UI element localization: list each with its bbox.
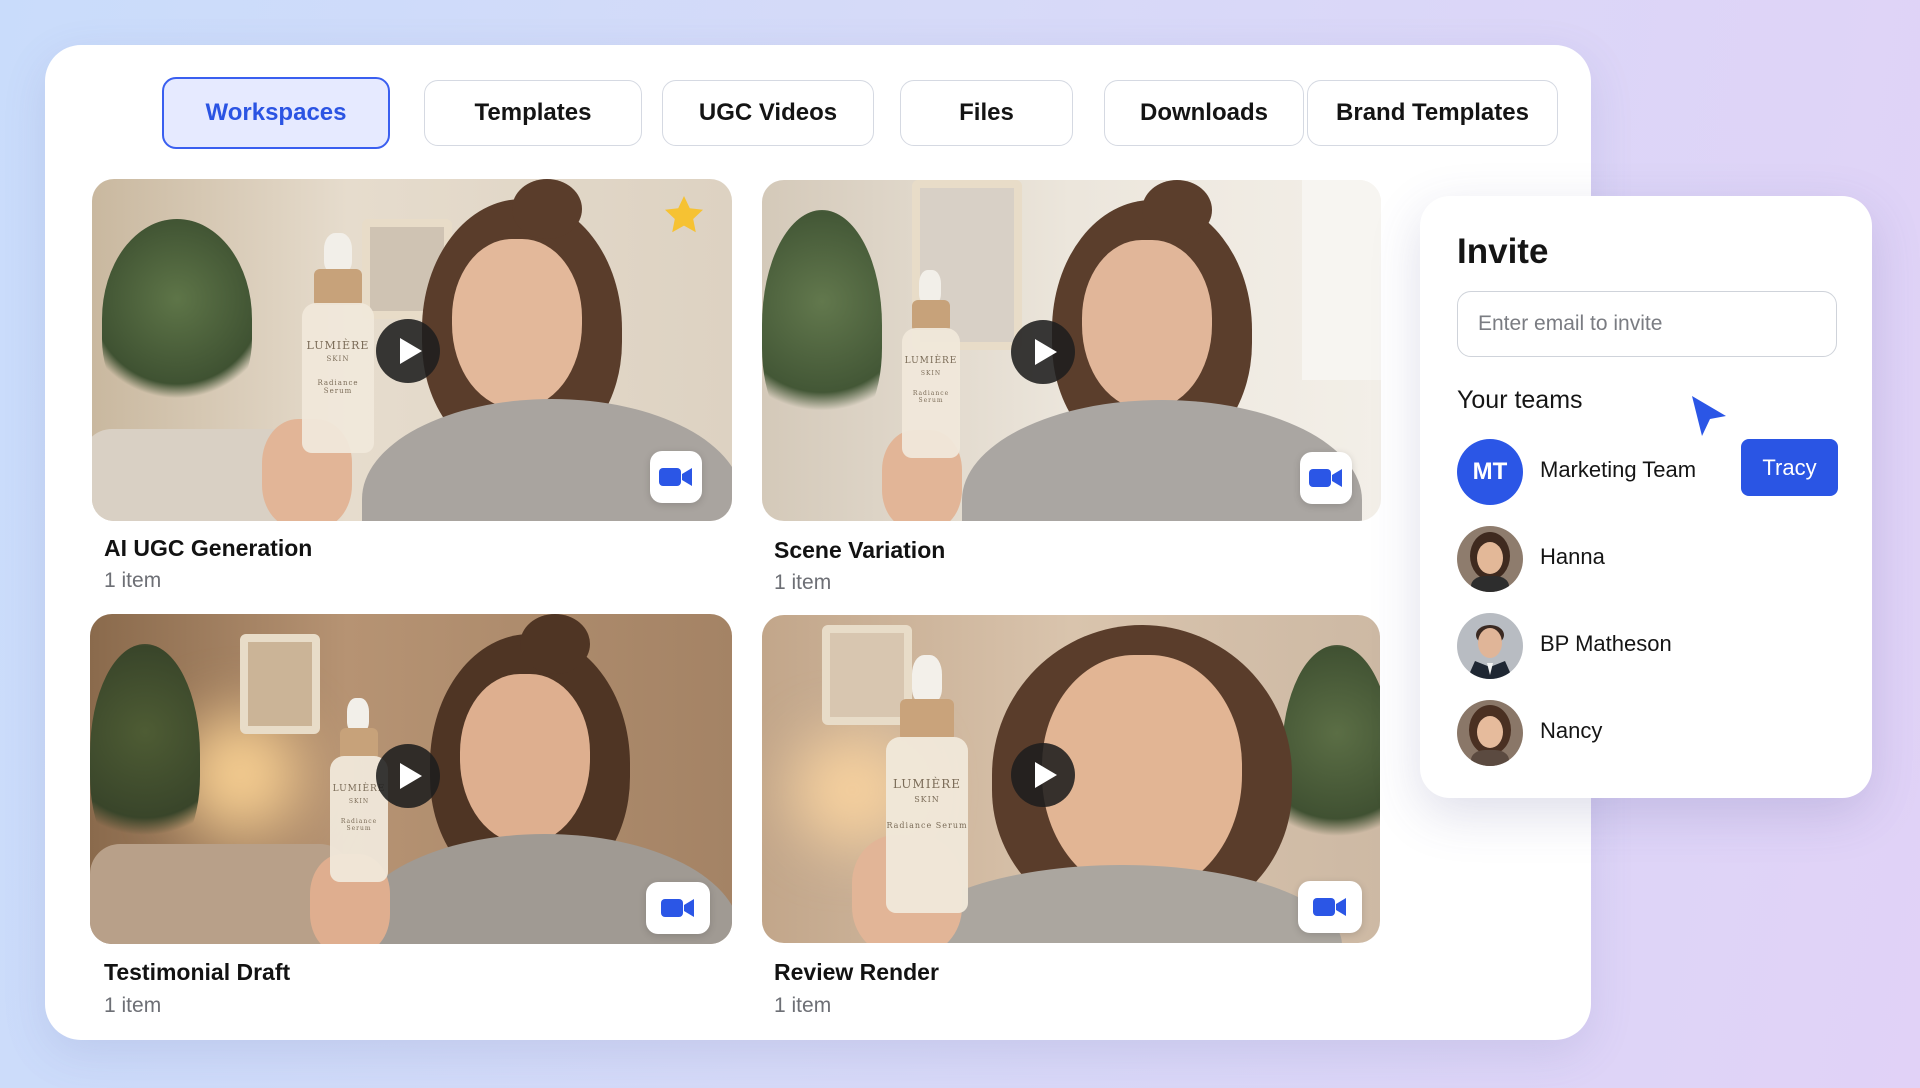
team-row-nancy[interactable]: Nancy — [1457, 700, 1837, 766]
video-camera-icon[interactable] — [650, 451, 702, 503]
member-name: Nancy — [1540, 718, 1603, 743]
product-name-label: Radiance Serum — [886, 821, 968, 830]
play-icon[interactable] — [1011, 743, 1075, 807]
team-row-hanna[interactable]: Hanna — [1457, 526, 1837, 592]
member-name: Hanna — [1540, 544, 1605, 569]
video-camera-icon[interactable] — [1298, 881, 1362, 933]
team-row-bp-matheson[interactable]: BP Matheson — [1457, 613, 1837, 679]
member-name: BP Matheson — [1540, 631, 1672, 656]
pointer-cursor-icon — [1692, 396, 1726, 436]
workspace-item-count: 1 item — [774, 994, 832, 1017]
play-icon[interactable] — [376, 744, 440, 808]
play-icon[interactable] — [1011, 320, 1075, 384]
invite-title: Invite — [1457, 232, 1549, 271]
avatar: MT — [1457, 439, 1523, 505]
product-name-label: Radiance Serum — [912, 390, 950, 404]
avatar — [1457, 700, 1523, 766]
email-invite-input[interactable] — [1457, 291, 1837, 357]
product-line-label: SKIN — [914, 795, 940, 804]
member-name: Marketing Team — [1540, 457, 1697, 482]
workspace-item-count: 1 item — [774, 571, 832, 594]
invite-panel: Invite Your teams MT Marketing Team Hann… — [1420, 196, 1872, 798]
workspace-item-count: 1 item — [104, 994, 162, 1017]
tab-ugc-videos[interactable]: UGC Videos — [662, 80, 874, 146]
tab-workspaces[interactable]: Workspaces — [162, 77, 390, 149]
tracy-button[interactable]: Tracy — [1741, 439, 1838, 496]
video-thumbnail[interactable]: LUMIÈRE SKIN Radiance Serum — [92, 179, 732, 521]
product-name-label: Radiance Serum — [317, 379, 359, 395]
product-line-label: SKIN — [348, 798, 370, 805]
product-line-label: SKIN — [326, 355, 350, 363]
play-icon[interactable] — [376, 319, 440, 383]
product-name-label: Radiance Serum — [340, 818, 378, 832]
tab-templates[interactable]: Templates — [424, 80, 642, 146]
video-camera-icon[interactable] — [646, 882, 710, 934]
product-line-label: SKIN — [920, 370, 942, 377]
video-thumbnail[interactable]: LUMIÈRE SKIN Radiance Serum — [90, 614, 732, 944]
product-brand-label: LUMIÈRE — [904, 356, 958, 366]
product-brand-label: LUMIÈRE — [892, 777, 961, 791]
workspace-title[interactable]: AI UGC Generation — [104, 535, 312, 562]
avatar — [1457, 613, 1523, 679]
workspace-item-count: 1 item — [104, 569, 162, 592]
your-teams-heading: Your teams — [1457, 386, 1583, 414]
tab-brand-templates[interactable]: Brand Templates — [1307, 80, 1558, 146]
video-thumbnail[interactable]: LUMIÈRE SKIN Radiance Serum — [762, 180, 1381, 521]
product-brand-label: LUMIÈRE — [306, 339, 370, 352]
tab-files[interactable]: Files — [900, 80, 1073, 146]
workspace-title[interactable]: Scene Variation — [774, 537, 945, 564]
tab-downloads[interactable]: Downloads — [1104, 80, 1304, 146]
star-icon[interactable] — [660, 191, 708, 239]
video-camera-icon[interactable] — [1300, 452, 1352, 504]
workspace-title[interactable]: Testimonial Draft — [104, 959, 290, 986]
workspace-window: Workspaces Templates UGC Videos Files Do… — [45, 45, 1591, 1040]
avatar — [1457, 526, 1523, 592]
workspace-title[interactable]: Review Render — [774, 959, 939, 986]
video-thumbnail[interactable]: LUMIÈRE SKIN Radiance Serum — [762, 615, 1380, 943]
